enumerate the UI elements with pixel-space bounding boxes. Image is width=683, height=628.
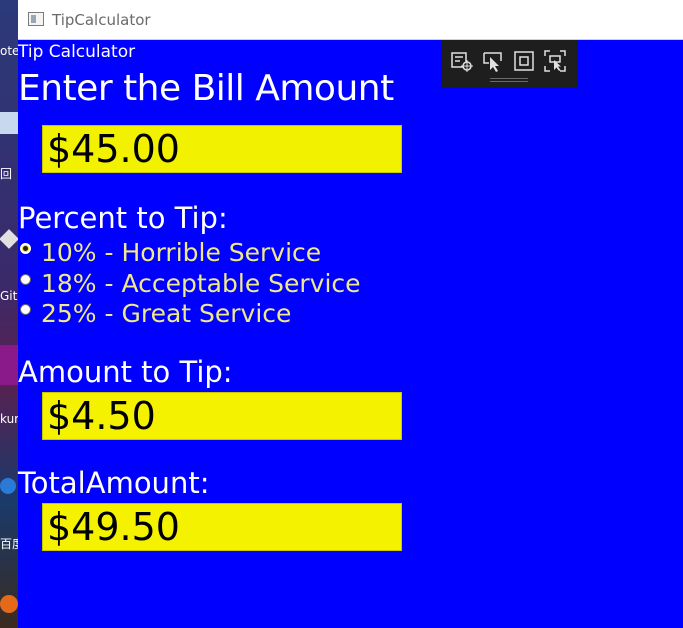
- track-focus-icon[interactable]: [543, 49, 567, 73]
- amount-to-tip-label: Amount to Tip:: [18, 355, 233, 389]
- percent-to-tip-label: Percent to Tip:: [18, 201, 228, 235]
- bill-amount-label: Enter the Bill Amount: [18, 68, 394, 109]
- app-window-icon: [28, 12, 44, 26]
- desktop-background: ote 回 Git kur 百度: [0, 0, 18, 628]
- window-title: TipCalculator: [52, 11, 151, 29]
- select-element-icon[interactable]: [481, 49, 505, 73]
- toolbar-grip[interactable]: [490, 78, 528, 82]
- git-icon[interactable]: [0, 229, 18, 249]
- display-layout-adorners-icon[interactable]: [512, 49, 536, 73]
- tip-option-25[interactable]: 25% - Great Service: [20, 298, 291, 328]
- radio-button[interactable]: [20, 273, 31, 285]
- app-window: TipCalculator Tip Calculator Enter the B…: [18, 0, 683, 628]
- app-heading: Tip Calculator: [18, 42, 136, 62]
- baidu-netdisk-icon[interactable]: [0, 478, 16, 494]
- app-shortcut-icon[interactable]: [0, 345, 18, 385]
- title-bar[interactable]: TipCalculator: [18, 0, 683, 40]
- tip-option-18[interactable]: 18% - Acceptable Service: [20, 268, 361, 298]
- tip-option-10[interactable]: 10% - Horrible Service: [20, 237, 321, 267]
- desktop-icon-label: kur: [0, 412, 18, 426]
- amount-to-tip-value: $4.50: [42, 392, 402, 440]
- total-amount-label: TotalAmount:: [18, 466, 210, 500]
- tip-option-label: 18% - Acceptable Service: [41, 268, 361, 298]
- desktop-icon-label: 回: [0, 167, 13, 181]
- radio-button-selected[interactable]: [20, 242, 31, 254]
- recycle-bin-icon[interactable]: [0, 112, 18, 134]
- debug-toolbar: [442, 40, 577, 87]
- firefox-icon[interactable]: [0, 595, 18, 613]
- radio-button[interactable]: [20, 303, 31, 315]
- total-amount-value: $49.50: [42, 503, 402, 551]
- desktop-icon-label: ote: [0, 44, 18, 58]
- bill-amount-input[interactable]: $45.00: [42, 125, 402, 173]
- tip-option-label: 25% - Great Service: [41, 298, 292, 328]
- live-visual-tree-icon[interactable]: [450, 49, 474, 73]
- desktop-icon-label: Git: [0, 289, 18, 303]
- tip-option-label: 10% - Horrible Service: [41, 237, 322, 267]
- desktop-icon-label: 百度: [0, 537, 18, 551]
